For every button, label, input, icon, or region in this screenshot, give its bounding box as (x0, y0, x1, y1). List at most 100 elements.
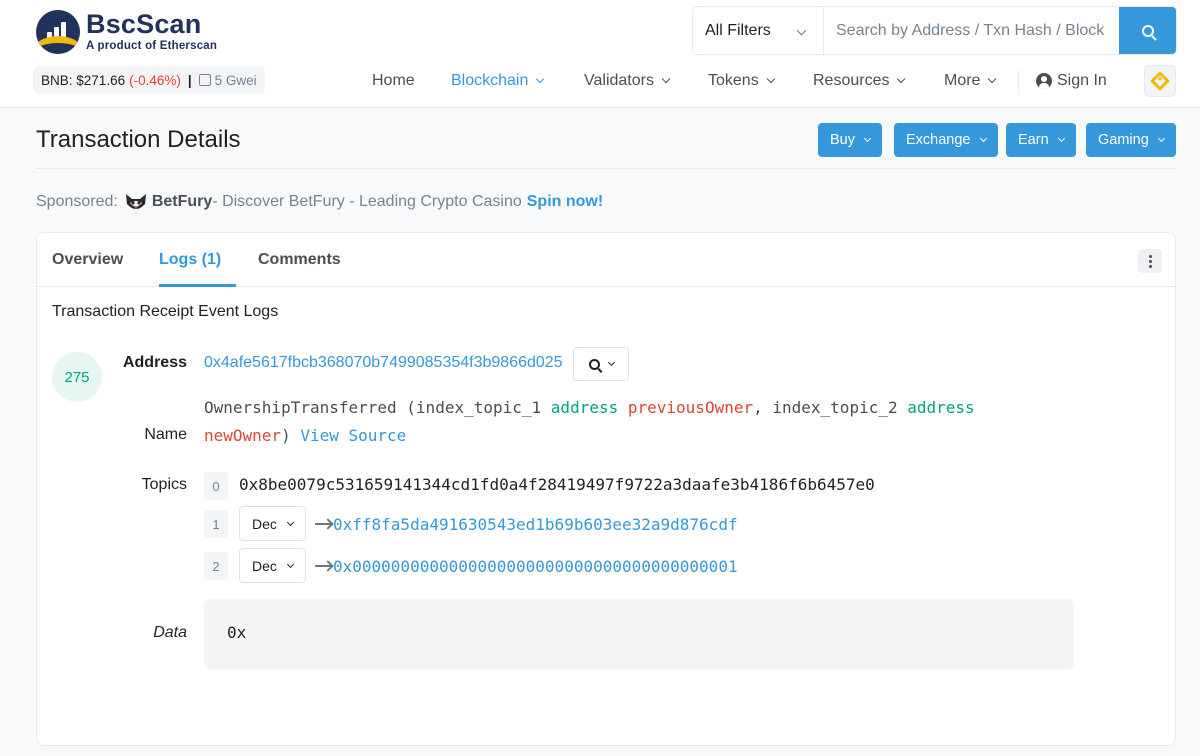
param1-type: address (550, 398, 619, 417)
data-value: 0x (227, 623, 247, 642)
arrow-right-icon (315, 523, 331, 525)
user-circle-icon (1036, 73, 1052, 89)
topic-format-select-2[interactable]: Dec (239, 548, 306, 583)
ticker-price[interactable]: $271.66 (76, 73, 125, 88)
bscscan-logo-icon (36, 10, 80, 54)
gaming-button-label: Gaming (1098, 132, 1149, 148)
topic-value-0: 0x8be0079c531659141344cd1fd0a4f28419497f… (239, 475, 875, 494)
chevron-down-icon (1057, 134, 1065, 143)
nav-divider (1018, 70, 1019, 94)
topics-label: Topics (141, 476, 187, 493)
more-options-button[interactable] (1138, 249, 1162, 273)
ticker-change: (-0.46%) (129, 72, 181, 88)
gas-pump-icon (198, 74, 211, 86)
tab-bar: Overview Logs (1) Comments (37, 233, 1175, 287)
chevron-down-icon (1157, 134, 1165, 143)
betfury-logo-icon (125, 194, 146, 209)
search-filter-value: All Filters (705, 21, 771, 39)
nav-validators-label: Validators (584, 72, 654, 89)
tab-comments-label: Comments (258, 251, 341, 268)
nav-resources[interactable]: Resources (813, 66, 906, 96)
bnb-price-ticker: BNB: $271.66 (-0.46%) | 5 Gwei (33, 66, 265, 94)
chevron-down-icon (286, 518, 295, 527)
exchange-button-label: Exchange (906, 132, 971, 148)
site-logo[interactable]: BscScan A product of Etherscan (36, 10, 217, 54)
param1-topic: index_topic_1 (415, 398, 542, 417)
nav-home[interactable]: Home (372, 66, 415, 96)
exchange-button[interactable]: Exchange (894, 123, 998, 157)
topic-index-2: 2 (204, 552, 228, 580)
nav-blockchain-label: Blockchain (451, 72, 529, 89)
topic-value-2[interactable]: 0x00000000000000000000000000000000000000… (333, 557, 738, 576)
chevron-down-icon (988, 74, 997, 84)
ticker-label: BNB: (41, 72, 73, 88)
gas-price[interactable]: 5 Gwei (198, 72, 257, 88)
brand-tagline: A product of Etherscan (86, 40, 218, 53)
tab-overview[interactable]: Overview (52, 233, 123, 287)
param1-name: previousOwner (627, 398, 754, 417)
search-button[interactable] (1119, 7, 1176, 54)
brand-name: BscScan (86, 9, 202, 40)
gaming-button[interactable]: Gaming (1086, 123, 1176, 157)
more-vertical-icon (1148, 254, 1152, 258)
topic-format-value-1: Dec (252, 515, 277, 532)
nav-more-label: More (944, 72, 981, 89)
nav-resources-label: Resources (813, 72, 890, 89)
sponsored-label: Sponsored: (36, 193, 118, 210)
view-source-link[interactable]: View Source (300, 426, 406, 445)
sponsor-text[interactable]: - Discover BetFury - Leading Crypto Casi… (212, 193, 521, 211)
search-bar: All Filters (692, 6, 1177, 55)
bnb-network-button[interactable] (1144, 65, 1176, 97)
sponsored-banner: Sponsored: BetFury - Discover BetFury - … (36, 190, 603, 214)
data-label: Data (153, 624, 187, 641)
chevron-down-icon (796, 25, 807, 36)
address-filter-dropdown[interactable] (573, 347, 629, 381)
log-address-link[interactable]: 0x4afe5617fbcb368070b7499085354f3b9866d0… (204, 354, 563, 372)
chevron-down-icon (607, 358, 615, 367)
nav-tokens-label: Tokens (708, 72, 759, 89)
zoom-icon (588, 358, 600, 370)
site-header: BscScan A product of Etherscan BNB: $271… (0, 0, 1200, 108)
param-separator: , (753, 398, 773, 417)
chevron-down-icon (536, 74, 545, 84)
tab-overview-label: Overview (52, 251, 124, 268)
nav-more[interactable]: More (944, 66, 997, 96)
data-panel: 0x (204, 599, 1074, 669)
tab-logs-label: Logs (1) (159, 251, 222, 268)
buy-button[interactable]: Buy (818, 123, 882, 157)
topic-value-1[interactable]: 0xff8fa5da491630543ed1b69b603ee32a9d876c… (333, 515, 738, 534)
topic-format-select-1[interactable]: Dec (239, 506, 306, 541)
event-signature: OwnershipTransferred (index_topic_1 addr… (204, 398, 975, 417)
topic-format-value-2: Dec (252, 557, 277, 574)
event-name: OwnershipTransferred (204, 398, 397, 417)
nav-sign-in[interactable]: Sign In (1036, 66, 1107, 96)
transaction-card: Overview Logs (1) Comments Transaction R… (36, 232, 1176, 746)
search-filter-select[interactable]: All Filters (693, 7, 824, 54)
param2-topic: index_topic_2 (772, 398, 898, 417)
param2-type: address (907, 398, 975, 417)
ticker-separator: | (187, 72, 192, 88)
event-open-paren: ( (396, 398, 416, 417)
tab-logs[interactable]: Logs (1) (159, 233, 221, 287)
nav-home-label: Home (372, 72, 415, 89)
arrow-right-icon (315, 565, 331, 567)
search-input[interactable] (824, 7, 1119, 54)
nav-validators[interactable]: Validators (584, 66, 671, 96)
nav-tokens[interactable]: Tokens (708, 66, 775, 96)
gas-value: 5 Gwei (214, 72, 257, 88)
nav-blockchain[interactable]: Blockchain (451, 66, 545, 96)
title-divider (36, 168, 1176, 169)
tab-comments[interactable]: Comments (258, 233, 341, 287)
earn-button[interactable]: Earn (1006, 123, 1076, 157)
search-icon (1141, 24, 1154, 37)
address-label: Address (122, 354, 187, 371)
topic-index-1: 1 (204, 510, 228, 538)
nav-sign-in-label: Sign In (1057, 72, 1107, 89)
chevron-down-icon (286, 560, 295, 569)
sponsor-name[interactable]: BetFury (152, 193, 212, 211)
chevron-down-icon (661, 74, 671, 84)
sponsor-cta-link[interactable]: Spin now! (527, 193, 603, 211)
event-close-paren: ) (281, 426, 291, 445)
event-signature-line2: newOwner) View Source (204, 426, 406, 445)
buy-button-label: Buy (830, 132, 855, 148)
